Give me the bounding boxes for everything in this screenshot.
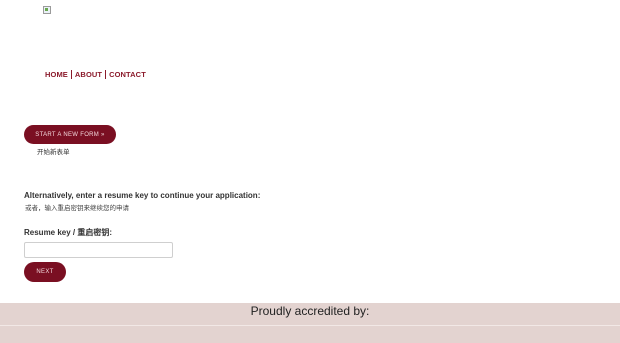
logo-image: [43, 6, 51, 14]
nav-divider: [105, 70, 107, 79]
start-new-form-subtitle: 开始新表单: [37, 149, 70, 156]
resume-key-input[interactable]: [24, 242, 173, 258]
resume-heading: Alternatively, enter a resume key to con…: [24, 191, 261, 200]
nav-contact-link[interactable]: CONTACT: [109, 70, 146, 79]
resume-key-label: Resume key / 重启密钥:: [24, 228, 113, 237]
nav-home-link[interactable]: HOME: [45, 70, 68, 79]
footer-divider: [0, 325, 620, 326]
main-nav: HOME ABOUT CONTACT: [45, 70, 146, 79]
nav-about-link[interactable]: ABOUT: [75, 70, 102, 79]
start-new-form-button[interactable]: START A NEW FORM »: [24, 125, 116, 144]
next-button[interactable]: NEXT: [24, 262, 66, 282]
resume-heading-cn: 或者，输入重启密钥来继续您的申请: [25, 205, 129, 212]
footer: Proudly accredited by:: [0, 303, 620, 343]
nav-divider: [70, 70, 72, 79]
accredited-heading: Proudly accredited by:: [250, 304, 370, 318]
